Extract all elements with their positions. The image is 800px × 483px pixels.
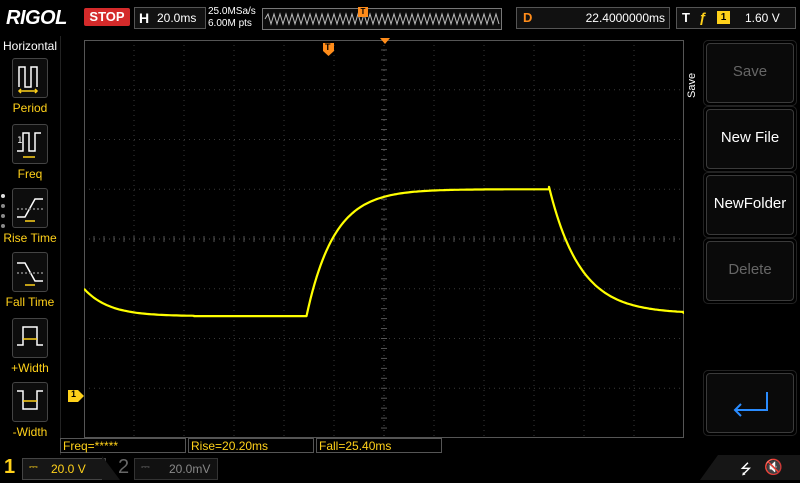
enter-button[interactable] [706, 373, 794, 433]
dc-coupling-icon: ⎓ [141, 461, 150, 473]
trigger-source-badge: 1 [717, 11, 730, 24]
menu-title: Horizontal [2, 39, 58, 53]
sample-rate: 25.0MSa/s [208, 6, 256, 17]
ch1-scale-display[interactable]: ⎓ 20.0 V [22, 458, 106, 480]
negative-width-icon [12, 382, 48, 422]
menu-item-label: Fall Time [5, 295, 55, 309]
menu-item-freq[interactable]: 1 Freq [0, 124, 60, 188]
ch1-waveform-trace [84, 185, 684, 318]
menu-item-negative-width[interactable]: -Width [0, 382, 60, 446]
menu-page-indicator [1, 194, 7, 234]
delete-button-label: Delete [728, 261, 772, 278]
trigger-marker-letter: T [325, 42, 331, 52]
menu-item-positive-width[interactable]: +Width [0, 318, 60, 382]
save-section-label: Save [686, 72, 698, 98]
trigger-level-value: 1.60 V [745, 11, 780, 25]
ch2-scale-display[interactable]: ⎓ 20.0mV [134, 458, 218, 480]
menu-item-label: Rise Time [3, 231, 57, 245]
menu-item-label: +Width [11, 361, 49, 375]
ch2-label[interactable]: 2 [118, 456, 129, 479]
ch1-scale-value: 20.0 V [51, 462, 86, 476]
timebase-value: 20.0ms [157, 11, 197, 25]
delete-button[interactable]: Delete [706, 241, 794, 301]
speaker-muted-icon: 🔇 [764, 459, 783, 476]
center-time-marker [380, 38, 390, 44]
memory-overview-wave [264, 12, 500, 26]
timebase-display[interactable]: H 20.0ms [134, 7, 206, 29]
rise-time-icon [12, 188, 48, 228]
rising-edge-icon: ƒ [699, 9, 707, 25]
rigol-logo: RIGOL [6, 7, 67, 29]
save-button[interactable]: Save [706, 43, 794, 103]
horizontal-measure-menu: Horizontal Period 1 Freq Rise Time Fall … [0, 36, 61, 456]
memory-depth: 6.00M pts [208, 18, 252, 29]
trigger-display[interactable]: T ƒ 1 1.60 V [676, 7, 796, 29]
ch1-offset-marker[interactable]: 1 [68, 389, 84, 402]
menu-item-rise-time[interactable]: Rise Time [0, 188, 60, 252]
new-file-button[interactable]: New File [706, 109, 794, 169]
fall-time-icon [12, 252, 48, 292]
graticule [84, 40, 684, 438]
svg-text:1: 1 [17, 136, 23, 146]
new-folder-button[interactable]: NewFolder [706, 175, 794, 235]
run-stop-indicator[interactable]: STOP [84, 8, 130, 26]
ch1-marker-number: 1 [71, 389, 77, 399]
menu-item-label: -Width [12, 425, 48, 439]
period-icon [12, 58, 48, 98]
ch2-scale-value: 20.0mV [169, 462, 211, 476]
frequency-icon: 1 [12, 124, 48, 164]
measurement-rise[interactable]: Rise=20.20ms [188, 438, 314, 453]
delay-value: 22.4000000ms [585, 11, 665, 25]
waveform-display[interactable] [84, 40, 684, 438]
menu-item-label: Period [12, 101, 48, 115]
positive-width-icon [12, 318, 48, 358]
new-file-button-label: New File [720, 129, 780, 146]
memory-overview-strip [262, 8, 502, 30]
measurement-freq[interactable]: Freq=***** [60, 438, 186, 453]
menu-item-fall-time[interactable]: Fall Time [0, 252, 60, 316]
measurement-fall[interactable]: Fall=25.40ms [316, 438, 442, 453]
trigger-letter: T [682, 10, 690, 25]
delay-display[interactable]: D 22.4000000ms [516, 7, 670, 29]
menu-item-period[interactable]: Period [0, 58, 60, 122]
trigger-time-marker[interactable]: T [323, 42, 334, 56]
save-button-label: Save [732, 63, 768, 80]
timebase-letter: H [139, 10, 150, 26]
dc-coupling-icon: ⎓ [29, 461, 38, 473]
usb-icon: ⭍ [740, 461, 752, 477]
ch1-label[interactable]: 1 [4, 456, 15, 479]
new-folder-button-label: NewFolder [713, 195, 787, 212]
trigger-position-marker: T [358, 7, 368, 17]
enter-icon [733, 392, 768, 417]
delay-letter: D [523, 10, 533, 25]
menu-item-label: Freq [17, 167, 43, 181]
